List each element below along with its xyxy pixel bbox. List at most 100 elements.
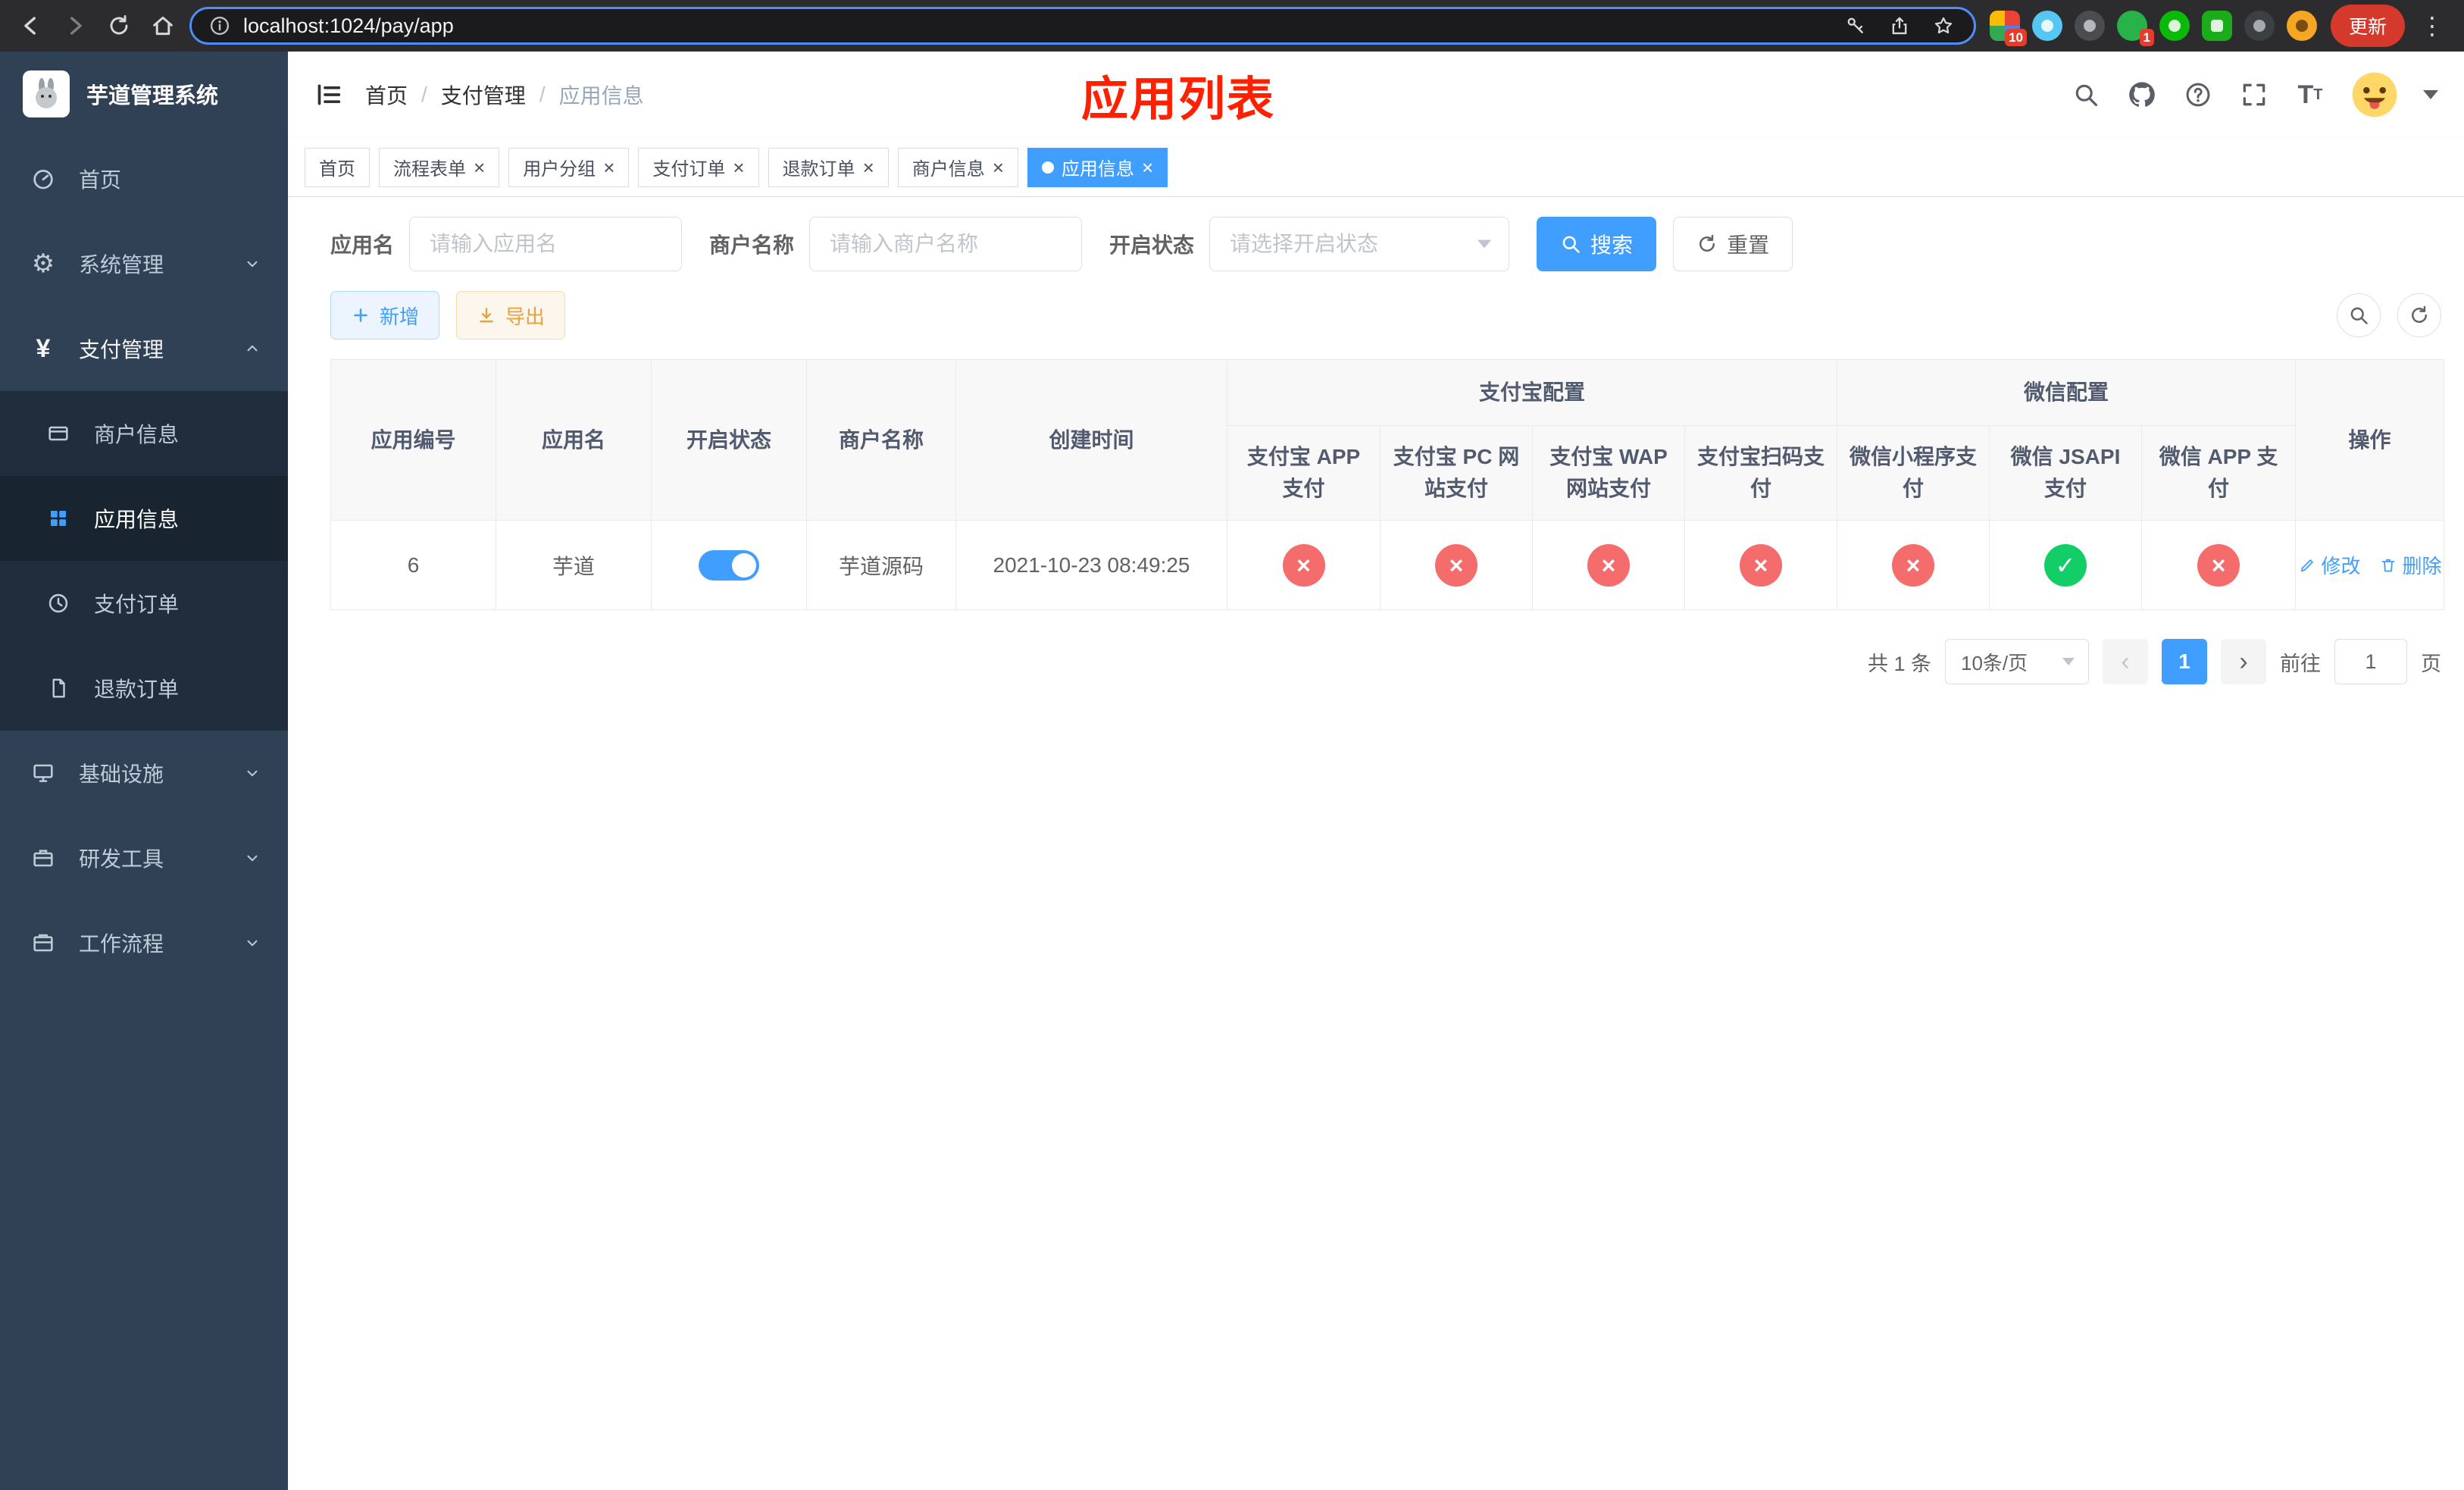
extension-face-icon[interactable]	[2286, 11, 2317, 41]
address-bar[interactable]: localhost:1024/pay/app	[189, 7, 1976, 45]
extension-chat-icon[interactable]	[2201, 11, 2232, 41]
home-icon[interactable]	[145, 8, 180, 43]
tab-refund-orders[interactable]: 退款订单 ×	[768, 147, 889, 187]
fullscreen-icon[interactable]	[2238, 79, 2270, 111]
app-table: 应用编号 应用名 开启状态 商户名称 创建时间 支付宝配置 微信配置 操作 支付…	[330, 359, 2445, 610]
extension-dark-icon[interactable]	[2074, 11, 2105, 41]
search-icon[interactable]	[2070, 79, 2102, 111]
card-icon	[42, 421, 74, 446]
tab-close-icon[interactable]: ×	[603, 158, 614, 177]
col-header-created: 创建时间	[955, 359, 1227, 521]
prev-page-button[interactable]: ‹	[2103, 639, 2148, 684]
app-name-input[interactable]	[409, 217, 683, 271]
status-select-input[interactable]	[1209, 217, 1510, 271]
refresh-table-button[interactable]	[2397, 293, 2441, 337]
goto-label: 前往	[2280, 652, 2321, 675]
status-toggle[interactable]	[699, 549, 759, 581]
delete-button[interactable]: 删除	[2379, 551, 2442, 579]
sidebar-item-workflow[interactable]: 工作流程	[0, 900, 288, 985]
refresh-icon[interactable]	[102, 8, 136, 43]
github-icon[interactable]	[2126, 79, 2158, 111]
bookmark-star-icon[interactable]	[1930, 12, 1957, 39]
tab-merchant-info[interactable]: 商户信息 ×	[897, 147, 1018, 187]
reset-button[interactable]: 重置	[1673, 217, 1793, 271]
col-header-wx-mini: 微信小程序支付	[1837, 425, 1990, 521]
browser-menu-icon[interactable]: ⋮	[2414, 11, 2450, 40]
sidebar-item-dev-tools[interactable]: 研发工具	[0, 815, 288, 900]
sidebar-item-label: 基础设施	[79, 762, 164, 786]
alipay-pc-status-icon: ×	[1435, 543, 1477, 587]
breadcrumb-payment[interactable]: 支付管理	[441, 80, 526, 110]
tab-close-icon[interactable]: ×	[993, 158, 1004, 177]
forward-icon[interactable]	[58, 8, 92, 43]
app-title: 芋道管理系统	[86, 84, 219, 108]
extension-green-icon[interactable]: 1	[2116, 11, 2154, 46]
sidebar-item-system[interactable]: ⚙ 系统管理	[0, 221, 288, 306]
help-icon[interactable]	[2182, 79, 2214, 111]
extension-drop-icon[interactable]	[2031, 11, 2062, 41]
browser-update-button[interactable]: 更新	[2330, 5, 2405, 47]
export-button[interactable]: 导出	[456, 291, 566, 340]
tags-view-bar: 首页 流程表单 × 用户分组 × 支付订单 × 退款订单 × 商户信息 × 应用…	[288, 138, 2464, 197]
pagination: 共 1 条 10条/页 ‹ 1 › 前往 页	[330, 639, 2441, 684]
extension-pin-icon[interactable]	[2244, 11, 2275, 41]
cell-wx-mini: ×	[1837, 520, 1990, 610]
next-page-button[interactable]: ›	[2221, 639, 2266, 684]
app-logo[interactable]: 芋道管理系统	[0, 52, 288, 136]
font-size-icon[interactable]: TT	[2294, 79, 2326, 111]
tab-close-icon[interactable]: ×	[863, 158, 874, 177]
col-header-alipay-pc: 支付宝 PC 网站支付	[1380, 425, 1533, 521]
sidebar-item-label: 系统管理	[79, 253, 164, 277]
back-icon[interactable]	[14, 8, 48, 43]
page-title: 应用列表	[1080, 74, 1276, 126]
tab-close-icon[interactable]: ×	[1142, 158, 1153, 177]
avatar-caret-icon[interactable]	[2423, 90, 2438, 99]
cell-alipay-qr: ×	[1684, 520, 1838, 610]
tab-user-group[interactable]: 用户分组 ×	[508, 147, 630, 187]
merchant-name-input[interactable]	[809, 217, 1083, 271]
sidebar-item-app-info[interactable]: 应用信息	[0, 476, 288, 561]
group-header-wechat: 微信配置	[1837, 359, 2297, 426]
sidebar-item-home[interactable]: 首页	[0, 136, 288, 221]
collapse-sidebar-icon[interactable]	[314, 80, 344, 110]
sidebar-item-refund-orders[interactable]: 退款订单	[0, 646, 288, 731]
document-icon	[42, 677, 74, 700]
site-info-icon[interactable]	[208, 14, 231, 37]
sidebar-item-infrastructure[interactable]: 基础设施	[0, 731, 288, 815]
tab-app-info[interactable]: 应用信息 ×	[1027, 147, 1168, 187]
page-1-button[interactable]: 1	[2162, 639, 2207, 684]
payment-submenu: 商户信息 应用信息 支付订单 退款订单	[0, 391, 288, 731]
add-button[interactable]: 新增	[330, 291, 440, 340]
search-button[interactable]: 搜索	[1537, 217, 1657, 271]
tab-close-icon[interactable]: ×	[733, 158, 744, 177]
cell-merchant: 芋道源码	[806, 520, 956, 610]
edit-button[interactable]: 修改	[2298, 551, 2361, 579]
sidebar-item-payment[interactable]: ¥ 支付管理	[0, 306, 288, 391]
goto-page-input[interactable]	[2334, 639, 2407, 684]
toggle-search-button[interactable]	[2337, 293, 2381, 337]
col-header-wx-jsapi: 微信 JSAPI 支付	[1989, 425, 2143, 521]
tab-home[interactable]: 首页	[305, 147, 370, 187]
extension-badge: 10	[2005, 29, 2027, 46]
navbar-actions: TT	[2070, 70, 2438, 119]
password-key-icon[interactable]	[1842, 12, 1869, 39]
extension-grid-icon[interactable]: 10	[1989, 11, 2027, 46]
sidebar-item-label: 支付订单	[94, 593, 180, 616]
chevron-down-icon	[244, 255, 261, 272]
user-avatar[interactable]	[2350, 70, 2399, 119]
col-header-app-name: 应用名	[496, 359, 652, 521]
status-select[interactable]	[1209, 217, 1510, 271]
share-icon[interactable]	[1886, 12, 1913, 39]
tab-pay-orders[interactable]: 支付订单 ×	[638, 147, 759, 187]
order-icon	[42, 591, 74, 615]
col-header-actions: 操作	[2295, 359, 2445, 521]
tab-close-icon[interactable]: ×	[474, 158, 485, 177]
sidebar-item-merchant-info[interactable]: 商户信息	[0, 391, 288, 476]
breadcrumb-separator: /	[539, 83, 546, 106]
extension-wechat-icon[interactable]	[2159, 11, 2190, 41]
tab-process-form[interactable]: 流程表单 ×	[379, 147, 500, 187]
sidebar-item-pay-orders[interactable]: 支付订单	[0, 561, 288, 646]
breadcrumb-home[interactable]: 首页	[365, 80, 408, 110]
page-size-select[interactable]: 10条/页	[1945, 639, 2089, 684]
tab-label: 退款订单	[782, 159, 855, 180]
